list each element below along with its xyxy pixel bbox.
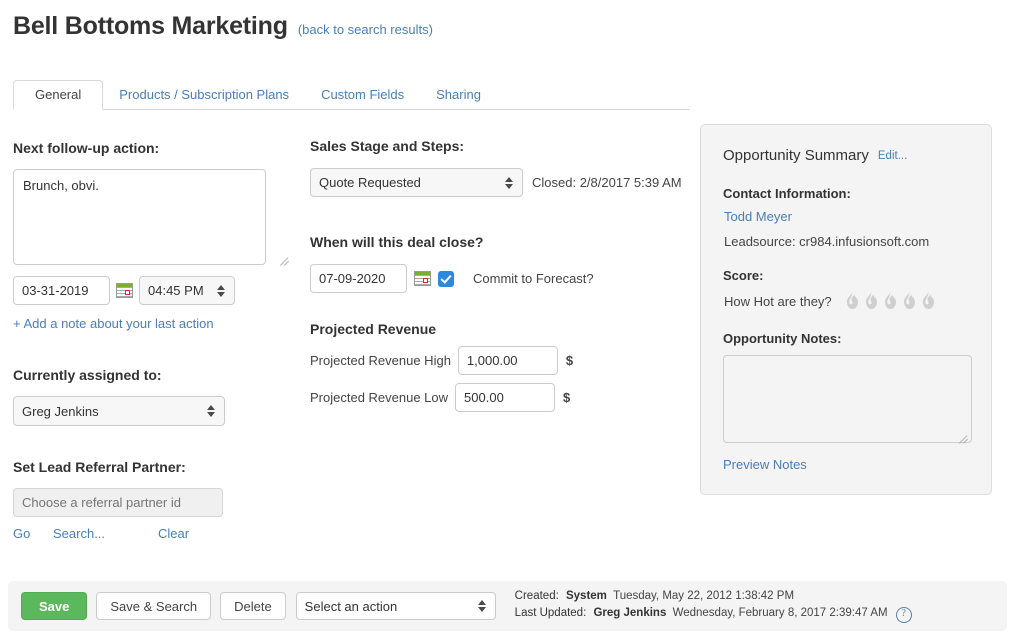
select-an-action-value: Select an action xyxy=(304,598,398,614)
select-an-action-select[interactable]: Select an action xyxy=(295,592,496,620)
help-icon[interactable]: ? xyxy=(895,607,912,623)
created-timestamp: Tuesday, May 22, 2012 1:38:42 PM xyxy=(613,590,795,602)
set-lead-referral-partner-label: Set Lead Referral Partner: xyxy=(13,459,186,475)
chevron-updown-icon xyxy=(477,599,487,613)
textarea-resize-handle[interactable] xyxy=(280,256,290,266)
follow-up-time-select[interactable]: 04:45 PM xyxy=(139,276,235,305)
calendar-icon[interactable] xyxy=(116,283,133,298)
opportunity-summary-title: Opportunity Summary xyxy=(723,147,869,164)
chevron-updown-icon xyxy=(217,284,226,298)
flame-icon[interactable] xyxy=(901,291,918,311)
left-column: Next follow-up action: 04:45 PM + Add a … xyxy=(13,140,293,541)
score-flames[interactable] xyxy=(844,291,937,311)
assigned-to-value: Greg Jenkins xyxy=(22,403,99,419)
referral-search-link[interactable]: Search... xyxy=(53,526,158,541)
tab-sharing[interactable]: Sharing xyxy=(420,81,497,109)
record-metadata: Created: System Tuesday, May 22, 2012 1:… xyxy=(515,589,912,623)
chevron-updown-icon xyxy=(207,404,216,418)
deal-close-label: When will this deal close? xyxy=(310,234,484,250)
deal-close-date-input[interactable] xyxy=(310,264,407,293)
projected-revenue-low-input[interactable] xyxy=(455,383,556,412)
next-follow-up-action-textarea[interactable] xyxy=(13,169,266,265)
created-actor: System xyxy=(565,590,607,602)
save-and-search-button[interactable]: Save & Search xyxy=(96,592,212,620)
currency-symbol-high: $ xyxy=(565,353,574,368)
currency-symbol-low: $ xyxy=(563,390,571,405)
referral-partner-input[interactable] xyxy=(13,488,223,517)
sales-stage-label: Sales Stage and Steps: xyxy=(310,138,465,154)
assigned-to-select[interactable]: Greg Jenkins xyxy=(13,396,225,426)
tab-custom-fields[interactable]: Custom Fields xyxy=(305,81,420,109)
closed-date-text: Closed: 2/8/2017 5:39 AM xyxy=(532,175,682,190)
projected-revenue-low-label: Projected Revenue Low xyxy=(310,390,449,405)
last-updated-label: Last Updated: xyxy=(514,607,587,619)
tab-products-subscription-plans[interactable]: Products / Subscription Plans xyxy=(103,81,305,109)
opportunity-notes-heading: Opportunity Notes: xyxy=(723,331,842,346)
tab-bar: General Products / Subscription Plans Cu… xyxy=(13,80,690,110)
sales-stage-value: Quote Requested xyxy=(319,175,421,190)
opportunity-notes-textarea[interactable] xyxy=(723,355,972,443)
flame-icon[interactable] xyxy=(863,291,880,311)
commit-to-forecast-checkbox[interactable] xyxy=(438,270,454,287)
opportunity-summary-panel: Opportunity Summary Edit... Contact Info… xyxy=(700,124,992,495)
follow-up-date-input[interactable] xyxy=(13,276,110,305)
sales-stage-select[interactable]: Quote Requested xyxy=(310,168,523,197)
score-heading: Score: xyxy=(723,268,764,283)
leadsource-text: Leadsource: cr984.infusionsoft.com xyxy=(724,234,930,249)
created-label: Created: xyxy=(514,590,559,602)
flame-icon[interactable] xyxy=(844,291,861,311)
last-updated-timestamp: Wednesday, February 8, 2017 2:39:47 AM xyxy=(672,607,888,619)
add-note-link[interactable]: + Add a note about your last action xyxy=(13,316,293,331)
tab-general[interactable]: General xyxy=(13,80,104,110)
projected-revenue-high-input[interactable] xyxy=(457,346,558,375)
referral-go-link[interactable]: Go xyxy=(13,526,53,541)
flame-icon[interactable] xyxy=(882,291,899,311)
commit-to-forecast-label: Commit to Forecast? xyxy=(473,271,594,286)
follow-up-time-value: 04:45 PM xyxy=(148,283,204,298)
delete-button[interactable]: Delete xyxy=(220,592,286,620)
currently-assigned-to-label: Currently assigned to: xyxy=(13,367,162,383)
next-follow-up-action-label: Next follow-up action: xyxy=(13,140,160,156)
score-question-label: How Hot are they? xyxy=(724,293,832,309)
created-row: Created: System Tuesday, May 22, 2012 1:… xyxy=(515,589,912,604)
bottom-action-bar: Save Save & Search Delete Select an acti… xyxy=(8,581,1007,631)
middle-column: Sales Stage and Steps: Quote Requested C… xyxy=(310,138,690,412)
preview-notes-link[interactable]: Preview Notes xyxy=(723,457,991,472)
contact-name-link[interactable]: Todd Meyer xyxy=(724,209,991,224)
back-to-search-results-link[interactable]: (back to search results) xyxy=(298,22,433,37)
last-updated-row: Last Updated: Greg Jenkins Wednesday, Fe… xyxy=(515,606,912,623)
page-title: Bell Bottoms Marketing xyxy=(13,12,288,40)
projected-revenue-heading: Projected Revenue xyxy=(310,321,437,337)
calendar-icon[interactable] xyxy=(414,271,431,286)
referral-clear-link[interactable]: Clear xyxy=(158,526,189,541)
last-updated-actor: Greg Jenkins xyxy=(593,607,667,619)
page-header: Bell Bottoms Marketing (back to search r… xyxy=(13,12,433,41)
contact-information-heading: Contact Information: xyxy=(723,186,851,201)
projected-revenue-high-label: Projected Revenue High xyxy=(310,353,451,368)
summary-edit-link[interactable]: Edit... xyxy=(878,150,907,162)
chevron-updown-icon xyxy=(505,176,514,190)
save-button[interactable]: Save xyxy=(21,592,88,620)
flame-icon[interactable] xyxy=(920,291,937,311)
